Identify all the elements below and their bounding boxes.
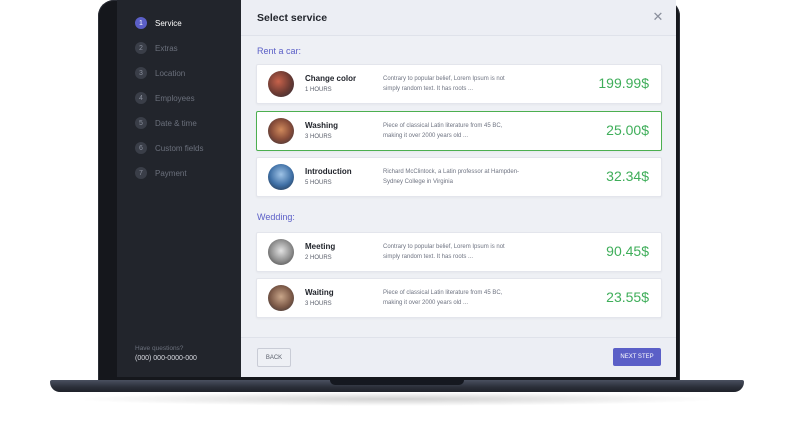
service-avatar — [268, 164, 294, 190]
step-label: Date & time — [155, 118, 197, 128]
service-price: 199.99$ — [598, 75, 649, 91]
service-name: Introduction — [305, 167, 352, 176]
service-price: 23.55$ — [606, 289, 649, 305]
service-card-waiting[interactable]: Waiting 3 HOURS Piece of classical Latin… — [256, 278, 662, 318]
service-duration: 2 HOURS — [305, 255, 332, 261]
wizard-sidebar: 1 Service 2 Extras 3 Location 4 Employee… — [117, 0, 241, 377]
service-duration: 5 HOURS — [305, 180, 332, 186]
service-duration: 3 HOURS — [305, 134, 332, 140]
service-card-introduction[interactable]: Introduction 5 HOURS Richard McClintock,… — [256, 157, 662, 197]
step-label: Employees — [155, 93, 195, 103]
service-duration: 1 HOURS — [305, 87, 332, 93]
service-name: Waiting — [305, 288, 334, 297]
next-step-button[interactable]: NEXT STEP — [613, 348, 661, 366]
laptop-shadow — [70, 392, 724, 406]
service-description: Contrary to popular belief, Lorem Ipsum … — [383, 244, 505, 260]
step-label: Service — [155, 18, 182, 28]
step-custom-fields[interactable]: 6 Custom fields — [135, 141, 203, 155]
step-date-time[interactable]: 5 Date & time — [135, 116, 197, 130]
service-description: Richard McClintock, a Latin professor at… — [383, 169, 520, 185]
step-employees[interactable]: 4 Employees — [135, 91, 195, 105]
service-card-meeting[interactable]: Meeting 2 HOURS Contrary to popular beli… — [256, 232, 662, 272]
service-price: 32.34$ — [606, 168, 649, 184]
service-name: Meeting — [305, 242, 336, 251]
step-number: 2 — [135, 42, 147, 54]
step-label: Location — [155, 68, 186, 78]
service-duration: 3 HOURS — [305, 301, 332, 307]
service-avatar — [268, 118, 294, 144]
close-icon[interactable]: ✕ — [652, 10, 664, 23]
step-number: 7 — [135, 167, 147, 179]
step-label: Custom fields — [155, 143, 204, 153]
help-question: Have questions? — [135, 345, 184, 352]
service-description: Contrary to popular belief, Lorem Ipsum … — [383, 76, 505, 92]
help-phone[interactable]: (000) 000-0000-000 — [135, 355, 197, 362]
back-button[interactable]: BACK — [257, 348, 291, 367]
main-panel: Select service ✕ Rent a car: Change colo… — [241, 0, 676, 377]
step-label: Extras — [155, 43, 178, 53]
service-avatar — [268, 71, 294, 97]
step-number: 5 — [135, 117, 147, 129]
page-title: Select service — [257, 12, 328, 24]
step-number: 4 — [135, 92, 147, 104]
step-number: 1 — [135, 17, 147, 29]
step-extras[interactable]: 2 Extras — [135, 41, 178, 55]
service-description: Piece of classical Latin literature from… — [383, 123, 503, 139]
service-card-change-color[interactable]: Change color 1 HOURS Contrary to popular… — [256, 64, 662, 104]
step-number: 6 — [135, 142, 147, 154]
service-name: Washing — [305, 121, 339, 130]
panel-header: Select service ✕ — [241, 0, 676, 36]
section-title-wedding: Wedding: — [257, 212, 295, 222]
step-label: Payment — [155, 168, 187, 178]
laptop-notch — [330, 380, 464, 385]
service-avatar — [268, 285, 294, 311]
help-contact: Have questions? (000) 000-0000-000 — [135, 345, 197, 362]
service-card-washing[interactable]: Washing 3 HOURS Piece of classical Latin… — [256, 111, 662, 151]
service-avatar — [268, 239, 294, 265]
step-number: 3 — [135, 67, 147, 79]
service-description: Piece of classical Latin literature from… — [383, 290, 503, 306]
step-location[interactable]: 3 Location — [135, 66, 185, 80]
service-price: 90.45$ — [606, 243, 649, 259]
step-payment[interactable]: 7 Payment — [135, 166, 187, 180]
panel-footer: BACK NEXT STEP — [241, 337, 676, 377]
app-screen: 1 Service 2 Extras 3 Location 4 Employee… — [117, 0, 676, 377]
section-title-rent-a-car: Rent a car: — [257, 46, 302, 56]
service-price: 25.00$ — [606, 122, 649, 138]
step-service[interactable]: 1 Service — [135, 16, 182, 30]
service-name: Change color — [305, 74, 357, 83]
